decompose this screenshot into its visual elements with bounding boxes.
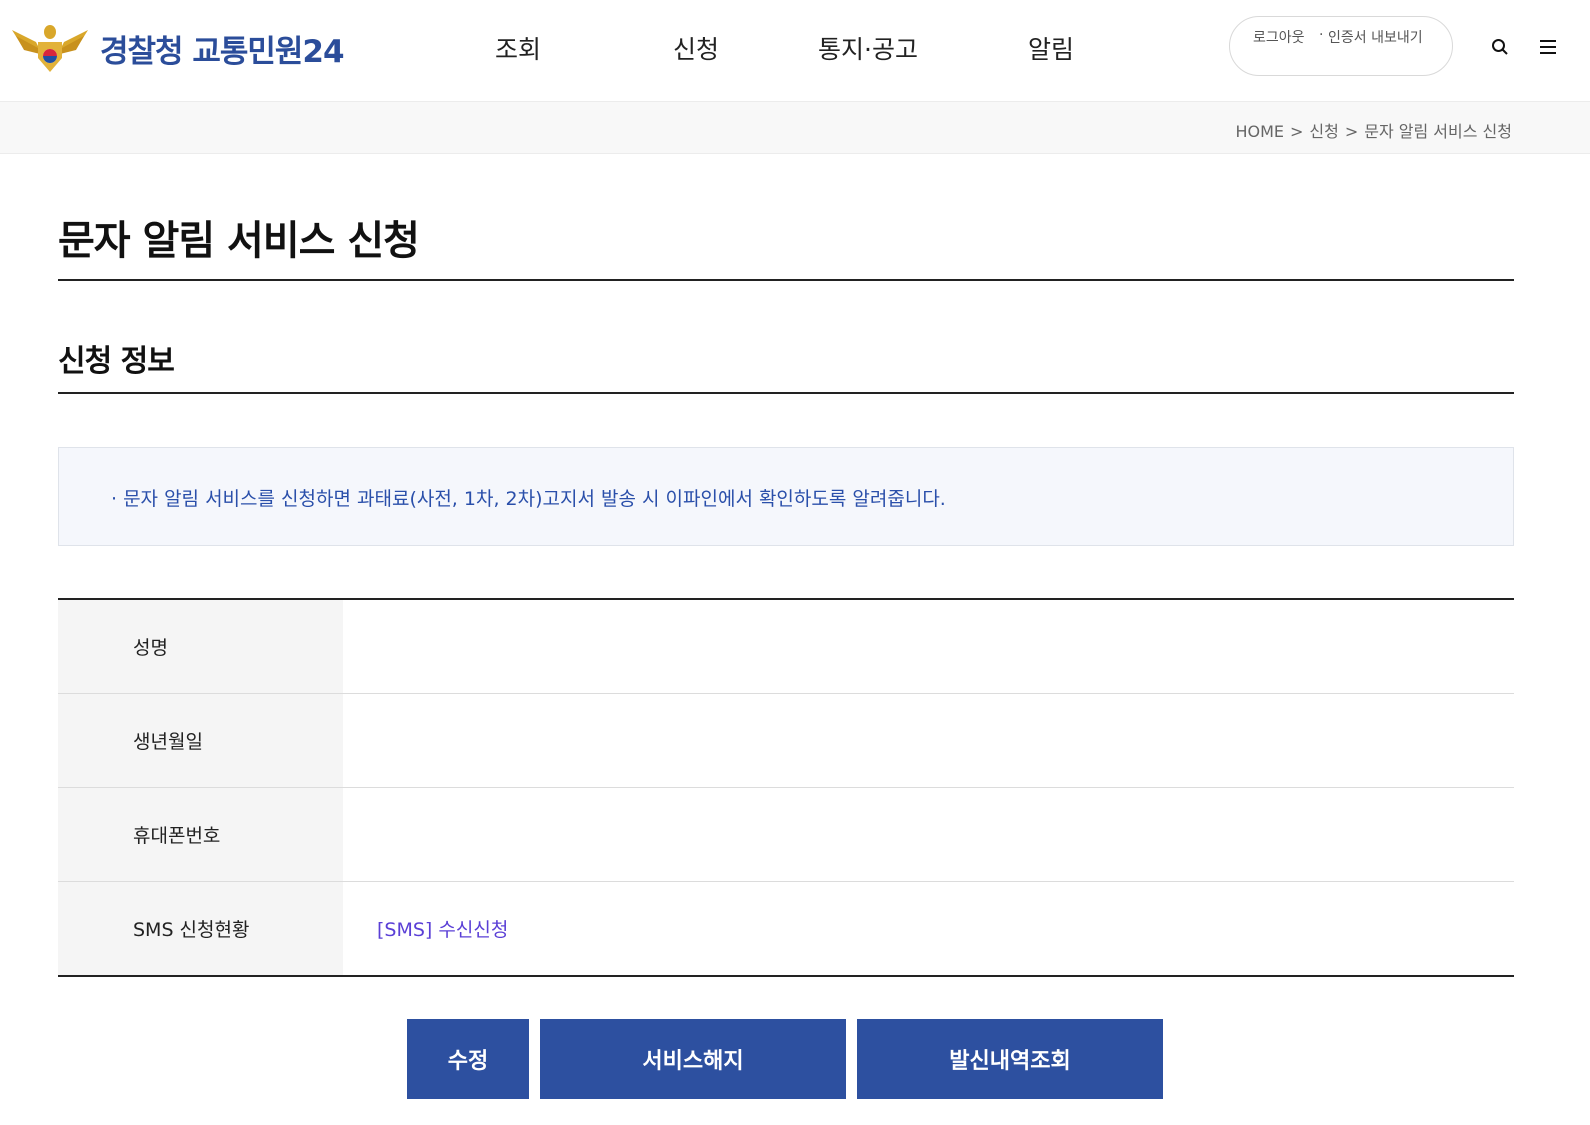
divider xyxy=(58,392,1514,394)
row-label-sms-status: SMS 신청현황 xyxy=(58,882,343,975)
util-separator: · xyxy=(1319,27,1324,43)
search-icon[interactable] xyxy=(1491,38,1509,56)
breadcrumb-home[interactable]: HOME xyxy=(1235,122,1284,141)
table-row: SMS 신청현황 [SMS] 수신신청 xyxy=(58,882,1514,975)
site-logo[interactable]: 경찰청 교통민원24 xyxy=(10,20,345,76)
row-label-birthdate: 생년월일 xyxy=(58,694,343,787)
row-value-name xyxy=(343,600,1514,693)
row-label-name: 성명 xyxy=(58,600,343,693)
breadcrumb-apply[interactable]: 신청 xyxy=(1309,122,1338,141)
edit-button[interactable]: 수정 xyxy=(407,1019,529,1099)
row-value-birthdate xyxy=(343,694,1514,787)
divider xyxy=(58,279,1514,281)
police-emblem-icon xyxy=(12,25,88,72)
breadcrumb: HOME > 신청 > 문자 알림 서비스 신청 xyxy=(1235,118,1512,142)
breadcrumb-current[interactable]: 문자 알림 서비스 신청 xyxy=(1364,122,1512,141)
table-row: 성명 xyxy=(58,600,1514,694)
breadcrumb-bar: HOME > 신청 > 문자 알림 서비스 신청 xyxy=(0,102,1590,154)
cancel-service-button[interactable]: 서비스해지 xyxy=(540,1019,846,1099)
site-header: 경찰청 교통민원24 조회 신청 통지·공고 알림 로그아웃 · 인증서 내보내… xyxy=(0,0,1590,102)
table-row: 휴대폰번호 xyxy=(58,788,1514,882)
send-history-button[interactable]: 발신내역조회 xyxy=(857,1019,1163,1099)
row-value-sms-status: [SMS] 수신신청 xyxy=(343,882,1514,975)
table-row: 생년월일 xyxy=(58,694,1514,788)
breadcrumb-separator: > xyxy=(1289,122,1304,141)
breadcrumb-separator: > xyxy=(1344,122,1359,141)
nav-item-notice[interactable]: 통지·공고 xyxy=(818,30,918,66)
row-label-phone: 휴대폰번호 xyxy=(58,788,343,881)
logo-text: 경찰청 교통민원24 xyxy=(100,33,345,70)
nav-item-alert[interactable]: 알림 xyxy=(1028,30,1074,66)
nav-item-inquiry[interactable]: 조회 xyxy=(495,30,541,66)
sms-status-link[interactable]: [SMS] 수신신청 xyxy=(377,915,508,942)
cert-export-link[interactable]: 인증서 내보내기 xyxy=(1328,27,1423,47)
application-info-table: 성명 생년월일 휴대폰번호 SMS 신청현황 [SMS] 수신신청 xyxy=(58,598,1514,977)
page-title: 문자 알림 서비스 신청 xyxy=(58,218,420,264)
notice-text: · 문자 알림 서비스를 신청하면 과태료(사전, 1차, 2차)고지서 발송 … xyxy=(111,488,946,510)
nav-item-apply[interactable]: 신청 xyxy=(673,30,719,66)
util-menu: 로그아웃 · 인증서 내보내기 xyxy=(1229,16,1453,76)
row-value-phone xyxy=(343,788,1514,881)
logout-link[interactable]: 로그아웃 xyxy=(1253,27,1305,47)
section-title: 신청 정보 xyxy=(58,344,175,379)
notice-box: · 문자 알림 서비스를 신청하면 과태료(사전, 1차, 2차)고지서 발송 … xyxy=(58,447,1514,546)
hamburger-menu-icon[interactable] xyxy=(1538,38,1558,56)
